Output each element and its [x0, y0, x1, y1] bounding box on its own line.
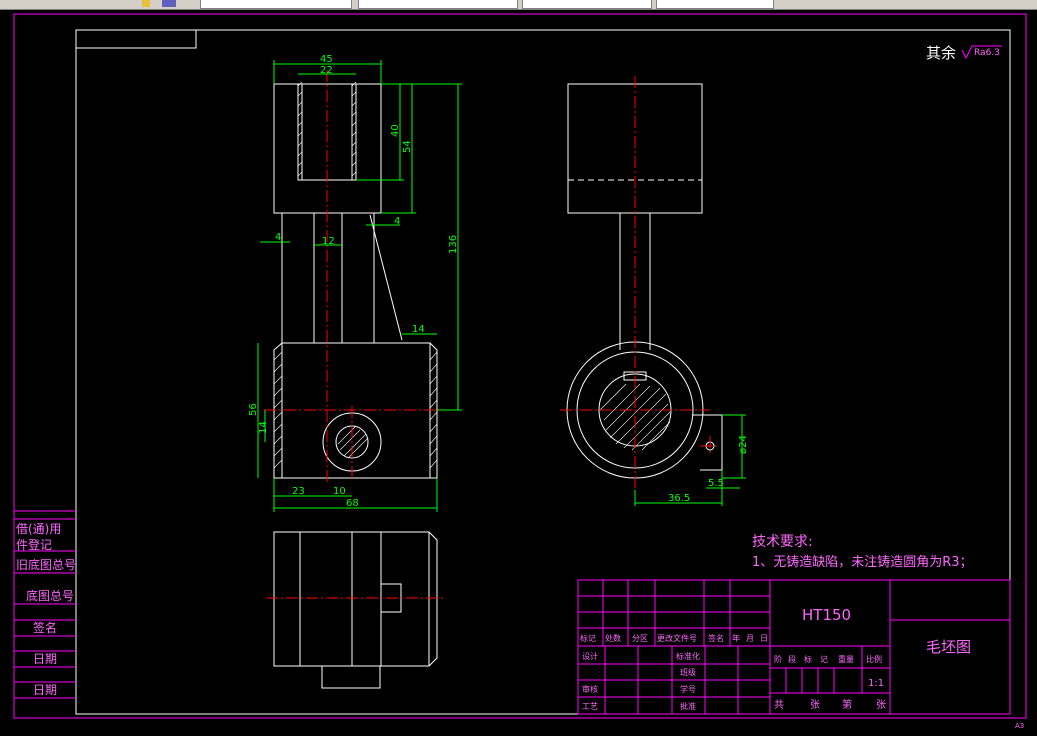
dim-head-height: 54 [402, 140, 413, 153]
sheet-size-label: A3 [1015, 722, 1024, 730]
dim-side-offset: 36.5 [668, 493, 690, 504]
strip-borrow: 借(通)用 [16, 522, 61, 536]
tb-footer-sheet: 张 [876, 699, 886, 711]
tb-stage-3: 标 [804, 654, 812, 664]
tb-hdr-day: 日 [760, 634, 768, 643]
dim-base-length: 68 [346, 498, 359, 509]
dim-hole-offset-v: 14 [258, 421, 269, 434]
strip-date-1: 日期 [33, 652, 57, 666]
tb-material: HT150 [802, 606, 851, 624]
side-dimensions [634, 414, 746, 506]
tech-heading: 技术要求: [752, 534, 813, 550]
tb-hdr-sign: 签名 [708, 633, 724, 643]
dim-slot-width: 22 [320, 65, 333, 76]
dim-top-width: 45 [320, 54, 333, 65]
tb-approve: 批准 [680, 701, 696, 711]
dim-side-hole-dia: ø24 [738, 435, 749, 454]
top-left-code-box [75, 29, 197, 49]
bottom-view [273, 531, 438, 689]
tb-design: 设计 [582, 651, 598, 661]
tb-footer-sheets: 张 [810, 699, 820, 711]
tb-review: 审核 [582, 684, 598, 694]
roughness-value: Ra6.3 [974, 48, 1000, 58]
tb-hdr-mark: 标记 [580, 633, 596, 643]
tb-drawing-name: 毛坯图 [926, 638, 971, 656]
strip-date-2: 日期 [33, 683, 57, 697]
side-centerlines [560, 76, 720, 490]
tb-stage-2: 段 [788, 654, 796, 664]
front-dimension-texts: 45 22 40 54 136 4 12 4 14 56 14 23 10 68 [248, 54, 459, 509]
tb-hdr-year: 年 [732, 633, 740, 643]
outer-frame [13, 13, 1027, 719]
tech-item-1: 1、无铸造缺陷，未注铸造圆角为R3； [752, 554, 973, 570]
dim-side-small: 5.5 [708, 478, 724, 489]
tb-stage-4: 记 [820, 655, 828, 664]
dim-overall-height: 136 [448, 235, 459, 254]
tb-hdr-count: 处数 [605, 633, 621, 643]
side-view [566, 83, 723, 479]
title-block-texts: HT150 毛坯图 标记 处数 分区 更改文件号 签名 年 月 日 设计 标准化… [580, 606, 971, 711]
cad-drawing-canvas[interactable]: 其余 Ra6.3 45 22 40 54 136 4 12 4 14 56 14… [0, 0, 1037, 736]
front-dimensions [257, 60, 462, 512]
dim-wall-left: 4 [275, 232, 281, 243]
dim-hole-offset-h: 23 [292, 486, 305, 497]
inner-frame [75, 29, 1011, 715]
tb-hdr-month: 月 [746, 634, 754, 643]
dim-wall-right: 4 [394, 216, 400, 227]
tb-hdr-zone: 分区 [632, 634, 648, 643]
tb-class: 班级 [680, 667, 696, 677]
dim-slot-depth: 40 [390, 124, 401, 137]
dim-chamfer-len: 14 [412, 324, 425, 335]
tb-hdr-changefile: 更改文件号 [657, 633, 697, 643]
tb-process: 工艺 [582, 702, 598, 711]
dim-boss-height: 56 [248, 403, 259, 416]
tb-student-no: 学号 [680, 684, 696, 694]
dim-hole-dia-span: 10 [333, 486, 346, 497]
front-centerlines [264, 70, 446, 485]
strip-register: 件登记 [16, 537, 52, 552]
strip-old-base-no: 旧底图总号 [16, 557, 76, 572]
tb-footer-no: 第 [842, 698, 852, 711]
roughness-prefix: 其余 [926, 44, 956, 62]
left-strip-texts: 借(通)用 件登记 旧底图总号 底图总号 签名 日期 日期 [16, 522, 76, 697]
tb-scale-value: 1:1 [868, 678, 884, 689]
strip-base-no: 底图总号 [26, 588, 74, 603]
tb-weight: 重量 [838, 654, 854, 664]
tb-stage-1: 阶 [774, 654, 782, 664]
tb-standardize: 标准化 [676, 651, 700, 661]
strip-sign: 签名 [33, 620, 57, 635]
dim-stem-width: 12 [322, 236, 335, 247]
tb-footer-total: 共 [774, 699, 784, 711]
tb-scale-label: 比例 [866, 654, 882, 664]
